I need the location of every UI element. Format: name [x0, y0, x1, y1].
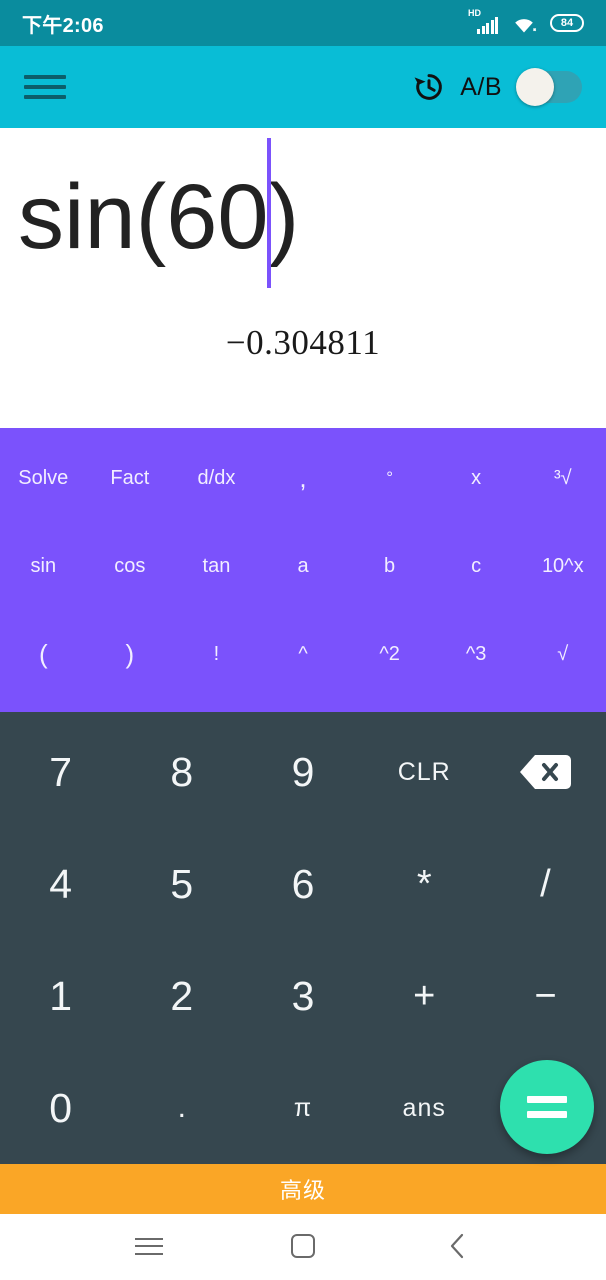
fn-key-degree[interactable]: °: [346, 434, 433, 522]
result-value: −0.304811: [225, 323, 381, 362]
ab-toggle-label: A/B: [460, 72, 502, 101]
hd-signal-icon: HD: [468, 8, 498, 34]
fn-key-factorial[interactable]: !: [173, 610, 260, 698]
function-keypad: Solve Fact d/dx, ° x ³√ sin cos tan a b c 10^x()! ^ ^2…: [0, 428, 606, 712]
backspace-glyph: [520, 755, 572, 789]
calculator-display[interactable]: sin(60 ) −0.304811: [0, 128, 606, 428]
numeric-keypad: 7 8 9 CLR 4 5 6 */1 2 3 + −0. π ans: [0, 712, 606, 1164]
fn-key-b[interactable]: b: [346, 522, 433, 610]
fn-key-solve[interactable]: Solve: [0, 434, 87, 522]
fn-key-sin[interactable]: sin: [0, 522, 87, 610]
expression-text-before-caret: sin(60: [18, 165, 269, 268]
battery-icon: 84: [550, 14, 584, 32]
nav-home-icon[interactable]: [281, 1226, 325, 1266]
fn-key-x[interactable]: x: [433, 434, 520, 522]
num-key-9[interactable]: 9: [242, 716, 363, 828]
fn-key-cube[interactable]: ^3: [433, 610, 520, 698]
num-key-4[interactable]: 4: [0, 828, 121, 940]
fn-key-cube-root[interactable]: ³√: [519, 434, 606, 522]
function-keypad-row: ()! ^ ^2 ^3 √: [0, 610, 606, 698]
signal-bars-icon: [477, 17, 498, 34]
fn-key-sqrt[interactable]: √: [519, 610, 606, 698]
app-bar: A/B: [0, 46, 606, 128]
num-key-1[interactable]: 1: [0, 940, 121, 1052]
ab-toggle-knob: [516, 68, 554, 106]
backspace-icon[interactable]: [485, 716, 606, 828]
fn-key-square[interactable]: ^2: [346, 610, 433, 698]
numeric-keypad-row: 4 5 6 * /: [0, 828, 606, 940]
num-key-7[interactable]: 7: [0, 716, 121, 828]
expression-text-after-caret: ): [268, 165, 300, 268]
status-bar: 下午2:06 HD 84: [0, 0, 606, 46]
equals-button[interactable]: [500, 1060, 594, 1154]
app-bar-actions: A/B: [412, 68, 582, 106]
history-restore-icon[interactable]: [412, 70, 446, 104]
status-bar-icons: HD 84: [468, 8, 584, 34]
fn-key-c[interactable]: c: [433, 522, 520, 610]
num-key-3[interactable]: 3: [242, 940, 363, 1052]
nav-menu-icon[interactable]: [127, 1226, 171, 1266]
num-key-2[interactable]: 2: [121, 940, 242, 1052]
advanced-mode-button[interactable]: 高级: [0, 1164, 606, 1214]
fn-key-cos[interactable]: cos: [87, 522, 174, 610]
function-keypad-row: sin cos tan a b c 10^x: [0, 522, 606, 610]
fn-key-fact[interactable]: Fact: [87, 434, 174, 522]
num-key-decimal[interactable]: .: [121, 1052, 242, 1164]
num-key-8[interactable]: 8: [121, 716, 242, 828]
expression-field[interactable]: sin(60 ): [18, 138, 300, 292]
status-bar-time: 下午2:06: [22, 14, 104, 37]
fn-key-a[interactable]: a: [260, 522, 347, 610]
calculator-app-screen: 下午2:06 HD 84 A/B sin(60) −0.304811 Solv…: [0, 0, 606, 1280]
nav-back-icon[interactable]: [435, 1226, 479, 1266]
num-key-minus[interactable]: −: [485, 940, 606, 1052]
num-key-0[interactable]: 0: [0, 1052, 121, 1164]
num-key-6[interactable]: 6: [242, 828, 363, 940]
system-navigation-bar: [0, 1214, 606, 1278]
num-key-pi[interactable]: π: [242, 1052, 363, 1164]
fn-key-comma[interactable]: ,: [260, 434, 347, 522]
numeric-keypad-row: 7 8 9 CLR: [0, 716, 606, 828]
fn-key-power[interactable]: ^: [260, 610, 347, 698]
function-keypad-row: Solve Fact d/dx, ° x ³√: [0, 434, 606, 522]
battery-level: 84: [560, 17, 574, 29]
hd-label: HD: [468, 8, 481, 18]
num-key-multiply[interactable]: *: [364, 828, 485, 940]
fn-key-open-paren[interactable]: (: [0, 610, 87, 698]
ab-toggle-switch[interactable]: [516, 68, 582, 106]
fn-key-close-paren[interactable]: ): [87, 610, 174, 698]
hamburger-menu-icon[interactable]: [24, 72, 66, 102]
text-caret: [266, 138, 271, 288]
fn-key-ddx[interactable]: d/dx: [173, 434, 260, 522]
fn-key-ten-power-x[interactable]: 10^x: [519, 522, 606, 610]
num-key-plus[interactable]: +: [364, 940, 485, 1052]
num-key-divide[interactable]: /: [485, 828, 606, 940]
wifi-icon: [515, 18, 537, 32]
num-key-clear[interactable]: CLR: [364, 716, 485, 828]
num-key-5[interactable]: 5: [121, 828, 242, 940]
num-key-ans[interactable]: ans: [364, 1052, 485, 1164]
fn-key-tan[interactable]: tan: [173, 522, 260, 610]
numeric-keypad-row: 1 2 3 + −: [0, 940, 606, 1052]
